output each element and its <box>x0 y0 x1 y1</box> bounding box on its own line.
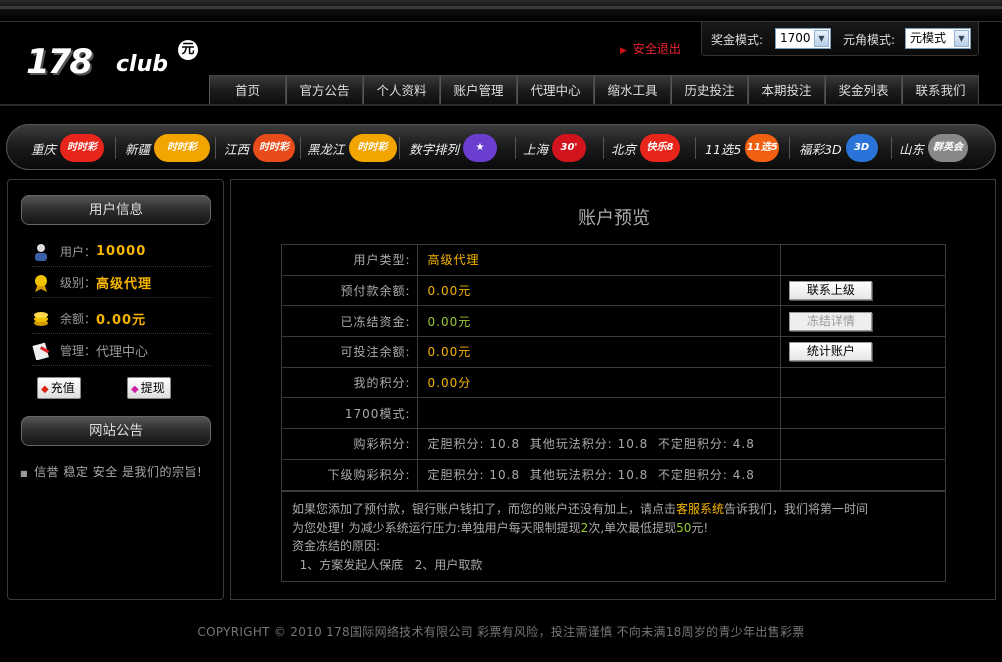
lottery-jiangxi[interactable]: 江西 时时彩 <box>224 125 296 171</box>
info-line: 如果您添加了预付款，银行账户钱扣了，而您的账户还没有加上，请点击客服系统告诉我们… <box>292 502 869 516</box>
unit-mode-select[interactable]: 元模式 ▼ <box>905 28 971 49</box>
customer-service-link[interactable]: 客服系统 <box>676 502 724 516</box>
nav-prize-list[interactable]: 奖金列表 <box>825 75 902 105</box>
lottery-logo-icon: 时时彩 <box>348 134 397 162</box>
table-row: 1700模式: <box>281 397 946 430</box>
mode-selector-box: 奖金模式: 1700 ▼ 元角模式: 元模式 ▼ <box>701 22 979 56</box>
nav-contact[interactable]: 联系我们 <box>902 75 979 105</box>
sub-purchase-points-value: 定胆积分: 10.8 其他玩法积分: 10.8 不定胆积分: 4.8 <box>416 458 782 491</box>
bullet-icon: ■ <box>20 469 29 478</box>
star-icon: ★ <box>463 134 498 162</box>
nav-announcements[interactable]: 官方公告 <box>286 75 363 105</box>
prize-mode-label: 奖金模式: <box>711 33 764 47</box>
user-info-title: 用户信息 <box>21 195 211 225</box>
site-logo[interactable]: 178 club 元 <box>26 40 201 86</box>
info-line: 资金冻结的原因: <box>292 539 381 553</box>
lottery-bar: 重庆 时时彩 新疆 时时彩 江西 时时彩 黑龙江 时时彩 数字排列 ★ 上海 3… <box>6 124 996 170</box>
gem-icon: ◆ <box>131 384 139 395</box>
balance-row: 余额： 0.00元 <box>32 304 212 334</box>
lottery-11x5[interactable]: 11选5 11选5 <box>705 125 780 171</box>
lottery-beijing[interactable]: 北京 快乐8 <box>611 125 681 171</box>
points-value: 0.00分 <box>416 366 782 399</box>
main-nav: 首页 官方公告 个人资料 账户管理 代理中心 缩水工具 历史投注 本期投注 奖金… <box>209 75 979 105</box>
account-table: 用户类型: 高级代理 预付款余额: 0.00元 联系上级 已冻结资金: 0.00… <box>281 244 946 491</box>
lottery-logo-icon: 快乐8 <box>640 134 681 162</box>
user-row: 用户： 10000 <box>32 237 212 267</box>
chevron-down-icon: ▼ <box>954 30 969 47</box>
footer-copyright: COPYRIGHT © 2010 178国际网络技术有限公司 彩票有风险，投注需… <box>197 625 805 639</box>
nav-profile[interactable]: 个人资料 <box>363 75 440 105</box>
lottery-chongqing[interactable]: 重庆 时时彩 <box>31 125 105 171</box>
bettable-balance-value: 0.00元 <box>416 336 782 368</box>
account-stats-button[interactable]: 统计账户 <box>789 342 873 362</box>
table-row: 下级购彩积分: 定胆积分: 10.8 其他玩法积分: 10.8 不定胆积分: 4… <box>281 458 946 491</box>
recharge-button[interactable]: ◆ 充值 <box>37 377 81 399</box>
level-value: 高级代理 <box>96 277 153 292</box>
unit-mode-label: 元角模式: <box>843 33 896 47</box>
frozen-funds-value: 0.00元 <box>416 305 782 338</box>
document-icon <box>32 342 50 361</box>
lottery-pailie[interactable]: 数字排列 ★ <box>409 125 498 171</box>
info-line: 为您处理! 为减少系统运行压力:单独用户每天限制提现2次,单次最低提现50元! <box>292 520 709 535</box>
purchase-points-value: 定胆积分: 10.8 其他玩法积分: 10.8 不定胆积分: 4.8 <box>416 428 782 460</box>
table-row: 已冻结资金: 0.00元 冻结详情 <box>281 305 946 338</box>
nav-tools[interactable]: 缩水工具 <box>594 75 671 105</box>
balance-value: 0.00元 <box>96 313 147 328</box>
nav-account[interactable]: 账户管理 <box>440 75 517 105</box>
notice-title: 网站公告 <box>21 416 211 446</box>
user-type-value: 高级代理 <box>416 244 782 276</box>
prize-mode-select[interactable]: 1700 ▼ <box>775 28 831 49</box>
user-value: 10000 <box>96 244 147 259</box>
chevron-down-icon: ▼ <box>814 30 829 47</box>
manage-link[interactable]: 代理中心 <box>96 341 148 360</box>
lottery-logo-icon: 时时彩 <box>253 134 296 162</box>
yuan-badge: 元 <box>178 40 198 60</box>
prepaid-balance-value: 0.00元 <box>416 274 782 307</box>
nav-history[interactable]: 历史投注 <box>671 75 748 105</box>
level-row: 级别： 高级代理 <box>32 268 212 298</box>
arrow-right-icon: ▶ <box>620 46 627 56</box>
manage-row: 管理： 代理中心 <box>32 336 212 366</box>
table-row: 我的积分: 0.00分 <box>281 366 946 399</box>
lottery-logo-icon: 时时彩 <box>60 134 105 162</box>
lottery-xinjiang[interactable]: 新疆 时时彩 <box>125 125 211 171</box>
lottery-logo-icon: 时时彩 <box>154 134 211 162</box>
table-row: 预付款余额: 0.00元 联系上级 <box>281 274 946 307</box>
info-notice-box: 如果您添加了预付款，银行账户钱扣了，而您的账户还没有加上，请点击客服系统告诉我们… <box>281 491 946 582</box>
table-row: 用户类型: 高级代理 <box>281 244 946 276</box>
lottery-heilongjiang[interactable]: 黑龙江 时时彩 <box>307 125 397 171</box>
gem-icon: ◆ <box>41 384 49 395</box>
notice-item[interactable]: ■ 信誉 稳定 安全 是我们的宗旨! <box>20 463 202 480</box>
nav-current-bets[interactable]: 本期投注 <box>748 75 825 105</box>
nav-home[interactable]: 首页 <box>209 75 286 105</box>
nav-divider <box>0 104 1002 106</box>
table-row: 购彩积分: 定胆积分: 10.8 其他玩法积分: 10.8 不定胆积分: 4.8 <box>281 428 946 460</box>
lottery-shandong[interactable]: 山东 群英会 <box>899 125 969 171</box>
info-line: 1、方案发起人保底 2、用户取款 <box>292 557 483 572</box>
frozen-details-button[interactable]: 冻结详情 <box>789 311 873 331</box>
lottery-shanghai[interactable]: 上海 30' <box>523 125 587 171</box>
withdraw-button[interactable]: ◆ 提现 <box>127 377 171 399</box>
lottery-3d[interactable]: 福彩3D 3D <box>799 125 878 171</box>
user-icon <box>32 243 50 261</box>
nav-agent-center[interactable]: 代理中心 <box>517 75 594 105</box>
page-title: 账户预览 <box>578 208 650 229</box>
coins-icon <box>32 310 50 328</box>
sidebar: 用户信息 用户： 10000 级别： 高级代理 余额： 0.00元 管理： 代理中心 ◆… <box>7 179 224 600</box>
medal-icon <box>32 274 50 292</box>
lottery-logo-icon: 11选5 <box>745 134 780 162</box>
contact-superior-button[interactable]: 联系上级 <box>789 281 873 301</box>
lottery-logo-icon: 群英会 <box>928 134 969 162</box>
lottery-logo-icon: 3D <box>845 134 878 162</box>
top-strip <box>0 0 1002 22</box>
account-overview-panel: 账户预览 用户类型: 高级代理 预付款余额: 0.00元 联系上级 已冻结资金:… <box>230 179 996 600</box>
lottery-logo-icon: 30' <box>552 134 587 162</box>
table-row: 可投注余额: 0.00元 统计账户 <box>281 336 946 368</box>
logout-link[interactable]: ▶ 安全退出 <box>620 40 681 57</box>
